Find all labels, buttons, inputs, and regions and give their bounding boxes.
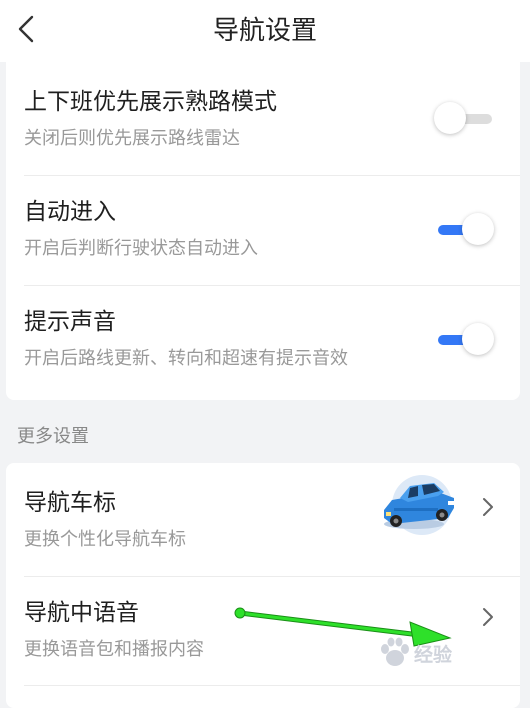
toggle-knob — [462, 213, 494, 245]
setting-title: 自动进入 — [24, 199, 116, 225]
setting-row-commute-mode: 上下班优先展示熟路模式 关闭后则优先展示路线雷达 — [6, 46, 520, 156]
toggle-knob — [462, 323, 494, 355]
setting-title: 导航中语音 — [24, 600, 139, 626]
toggle-knob — [434, 102, 466, 134]
chevron-right-icon[interactable] — [478, 605, 498, 629]
setting-title: 上下班优先展示熟路模式 — [24, 89, 277, 115]
page-title: 导航设置 — [212, 16, 317, 46]
sound-toggle[interactable] — [434, 322, 496, 358]
setting-title: 导航车标 — [24, 490, 116, 516]
baidu-paw-icon — [381, 637, 409, 666]
chevron-right-icon[interactable] — [478, 495, 498, 519]
setting-subtitle: 更换个性化导航车标 — [24, 529, 186, 550]
car-icon — [384, 475, 454, 535]
setting-row-auto-enter: 自动进入 开启后判断行驶状态自动进入 — [6, 156, 520, 266]
navigation-settings-card: 上下班优先展示熟路模式 关闭后则优先展示路线雷达 自动进入 开启后判断行驶状态自… — [6, 46, 520, 400]
auto-enter-toggle[interactable] — [434, 212, 496, 248]
baidu-watermark: 经验 — [378, 634, 508, 674]
setting-subtitle: 开启后路线更新、转向和超速有提示音效 — [24, 348, 348, 369]
setting-subtitle: 开启后判断行驶状态自动进入 — [24, 238, 258, 259]
watermark-text: 经验 — [414, 644, 453, 666]
setting-subtitle: 关闭后则优先展示路线雷达 — [24, 128, 240, 149]
row-divider — [24, 685, 520, 686]
setting-row-sound: 提示声音 开启后路线更新、转向和超速有提示音效 — [6, 266, 520, 376]
setting-subtitle: 更换语音包和播报内容 — [24, 639, 204, 660]
settings-item-car-icon[interactable]: 导航车标 更换个性化导航车标 — [6, 447, 520, 557]
commute-mode-toggle[interactable] — [434, 101, 496, 137]
setting-title: 提示声音 — [24, 309, 116, 335]
